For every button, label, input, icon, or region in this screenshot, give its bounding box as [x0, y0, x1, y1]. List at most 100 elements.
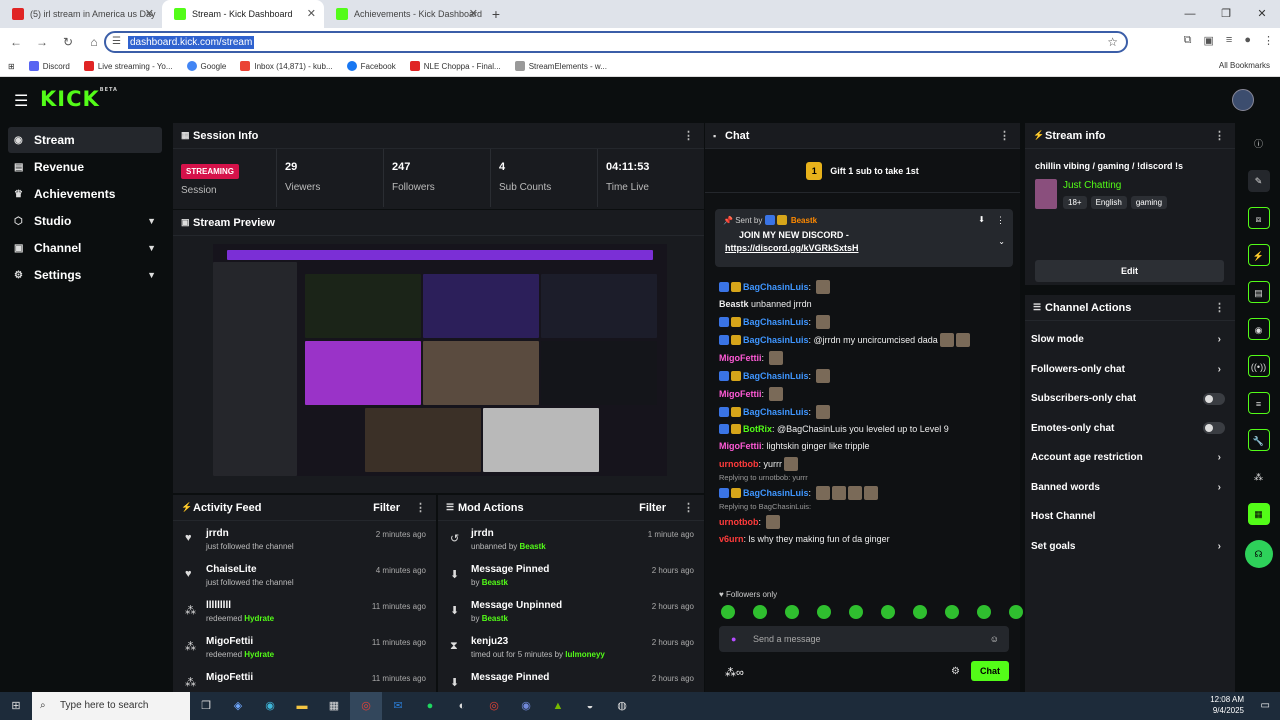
- bookmark-discord[interactable]: Discord: [28, 61, 70, 71]
- channel-action-subscribers-only-chat[interactable]: Subscribers-only chat: [1025, 384, 1235, 414]
- restore-icon[interactable]: ❐: [1208, 0, 1244, 28]
- notifications-icon[interactable]: ▭: [1261, 700, 1270, 711]
- bookmark-youtube[interactable]: Live streaming - Yo...: [83, 61, 173, 71]
- list-item[interactable]: ↺ jrrdn unbanned by Beastk 1 minute ago: [438, 521, 704, 557]
- menu-icon[interactable]: ☰: [14, 91, 28, 111]
- chat-username[interactable]: BagChasinLuis: [743, 371, 809, 381]
- lightning-icon[interactable]: ⚡: [1247, 244, 1270, 266]
- steam-icon[interactable]: ◐: [446, 692, 478, 720]
- outlook-icon[interactable]: ✉: [382, 692, 414, 720]
- chat-message[interactable]: BagChasinLuis:: [705, 401, 1020, 419]
- chat-message[interactable]: MigoFettii:: [705, 347, 1020, 365]
- system-tray[interactable]: 12:08 AM 9/4/2025: [1210, 694, 1244, 716]
- list-item[interactable]: ⁂ MigoFettii redeemed Hydrate 11 minutes ag…: [173, 629, 436, 665]
- emote-icon[interactable]: [721, 605, 735, 619]
- sidebar-item-stream[interactable]: ◉ Stream: [8, 127, 162, 153]
- chat-username[interactable]: v6urn: [719, 534, 744, 544]
- url-text[interactable]: dashboard.kick.com/stream: [128, 36, 255, 49]
- list-item[interactable]: ⁂ lllllllll redeemed Hydrate 11 minutes ago: [173, 593, 436, 629]
- emote-icon[interactable]: [913, 605, 927, 619]
- app-icon[interactable]: ◍: [606, 692, 638, 720]
- kebab-menu-icon[interactable]: ⋮: [1214, 129, 1225, 142]
- sidebar-item-revenue[interactable]: ▤ Revenue: [8, 154, 162, 180]
- sidebar-item-channel[interactable]: ▣ Channel ▼: [8, 235, 162, 261]
- toggle-switch[interactable]: [1203, 422, 1225, 435]
- chat-username[interactable]: BagChasinLuis: [743, 282, 809, 292]
- layers-icon[interactable]: ≡: [1247, 392, 1270, 414]
- chat-input[interactable]: ● Send a message ☺: [719, 626, 1009, 652]
- wrench-icon[interactable]: 🔧: [1247, 429, 1270, 451]
- pencil-icon[interactable]: ✎: [1247, 170, 1270, 192]
- chat-message[interactable]: MigoFettii:: [705, 383, 1020, 401]
- browser-tab-youtube[interactable]: (5) irl stream in America us Day ✕: [0, 0, 162, 28]
- chrome-icon[interactable]: ◎: [350, 692, 382, 720]
- kebab-menu-icon[interactable]: ⋮: [415, 501, 426, 514]
- edit-button[interactable]: Edit: [1035, 260, 1224, 282]
- menu-icon[interactable]: ⋮: [1263, 34, 1274, 47]
- chat-message[interactable]: BagChasinLuis:: [705, 482, 1020, 500]
- new-tab-button[interactable]: +: [486, 0, 506, 28]
- all-bookmarks[interactable]: All Bookmarks: [1219, 61, 1270, 70]
- kebab-menu-icon[interactable]: ⋮: [996, 215, 1005, 226]
- support-icon[interactable]: ☊: [1244, 540, 1273, 568]
- avatar[interactable]: [1232, 89, 1254, 111]
- channel-action-set-goals[interactable]: Set goals ›: [1025, 532, 1235, 562]
- chat-username[interactable]: BagChasinLuis: [743, 488, 809, 498]
- channel-action-banned-words[interactable]: Banned words ›: [1025, 473, 1235, 503]
- filter-button[interactable]: Filter: [639, 502, 666, 514]
- gift-sub-banner[interactable]: 1 Gift 1 sub to take 1st: [705, 149, 1020, 193]
- close-icon[interactable]: ✕: [145, 7, 154, 20]
- chat-username[interactable]: MigoFettii: [719, 389, 762, 399]
- category-name[interactable]: Just Chatting: [1063, 180, 1121, 191]
- kebab-menu-icon[interactable]: ⋮: [999, 129, 1010, 142]
- minimize-icon[interactable]: —: [1172, 0, 1208, 28]
- toggle-switch[interactable]: [1203, 392, 1225, 405]
- chat-username[interactable]: Beastk: [719, 299, 749, 309]
- chat-username[interactable]: MigoFettii: [719, 441, 762, 451]
- sidebar-item-settings[interactable]: ⚙ Settings ▼: [8, 262, 162, 288]
- close-icon[interactable]: ✕: [469, 7, 478, 20]
- list-item[interactable]: ⬇ Message Unpinned by Beastk 2 hours ago: [438, 593, 704, 629]
- chat-message[interactable]: urnotbob: yurrr: [705, 453, 1020, 471]
- pin-icon[interactable]: ⬇: [978, 215, 985, 224]
- list-item[interactable]: ⬇ Message Pinned by Beastk 2 hours ago: [438, 557, 704, 593]
- channel-action-followers-only-chat[interactable]: Followers-only chat ›: [1025, 355, 1235, 385]
- filter-button[interactable]: Filter: [373, 502, 400, 514]
- emote-icon[interactable]: [753, 605, 767, 619]
- site-info-icon[interactable]: ☰: [112, 36, 121, 47]
- back-icon[interactable]: ←: [4, 35, 28, 49]
- clapper-icon[interactable]: ▦: [1247, 503, 1270, 525]
- chat-username[interactable]: MigoFettii: [719, 353, 762, 363]
- bookmark-streamelements[interactable]: StreamElements - w...: [514, 61, 607, 71]
- points-icon[interactable]: ⁂: [1248, 466, 1270, 488]
- chat-message[interactable]: urnotbob:: [705, 511, 1020, 529]
- kebab-menu-icon[interactable]: ⋮: [683, 501, 694, 514]
- chat-message[interactable]: MigoFettii: lightskin ginger like trippl…: [705, 436, 1020, 453]
- sidepanel-icon[interactable]: ▣: [1204, 34, 1214, 47]
- edge-icon[interactable]: ◉: [254, 692, 286, 720]
- chat-username[interactable]: BotRix: [743, 424, 772, 434]
- kebab-menu-icon[interactable]: ⋮: [683, 129, 694, 142]
- bookmark-google[interactable]: Google: [186, 61, 226, 71]
- chat-bubble-icon[interactable]: ◉: [1247, 318, 1270, 340]
- spotify-icon[interactable]: ●: [414, 692, 446, 720]
- emote-icon[interactable]: [977, 605, 991, 619]
- scan-icon[interactable]: ⧈: [1247, 207, 1270, 229]
- address-bar[interactable]: ☰ dashboard.kick.com/stream ☆: [104, 31, 1128, 53]
- app-icon[interactable]: ◎: [478, 692, 510, 720]
- channel-action-host-channel[interactable]: Host Channel: [1025, 502, 1235, 532]
- chat-message[interactable]: BagChasinLuis:: [705, 276, 1020, 294]
- chat-username[interactable]: urnotbob: [719, 459, 759, 469]
- chat-username[interactable]: BagChasinLuis: [743, 335, 809, 345]
- chat-message[interactable]: Beastk unbanned jrrdn: [705, 294, 1020, 311]
- task-view-icon[interactable]: ❒: [190, 692, 222, 720]
- chat-message[interactable]: BotRix: @BagChasinLuis you leveled up to…: [705, 419, 1020, 436]
- emoji-icon[interactable]: ☺: [990, 626, 999, 652]
- close-window-icon[interactable]: ✕: [1244, 0, 1280, 28]
- list-item[interactable]: ♥ jrrdn just followed the channel 2 minute…: [173, 521, 436, 557]
- browser-tab-achievements[interactable]: Achievements - Kick Dashboard ✕: [324, 0, 486, 28]
- sidebar-item-studio[interactable]: ⬡ Studio ▼: [8, 208, 162, 234]
- clipboard-icon[interactable]: ▤: [1247, 281, 1270, 303]
- channel-action-slow-mode[interactable]: Slow mode ›: [1025, 325, 1235, 355]
- copilot-icon[interactable]: ◈: [222, 692, 254, 720]
